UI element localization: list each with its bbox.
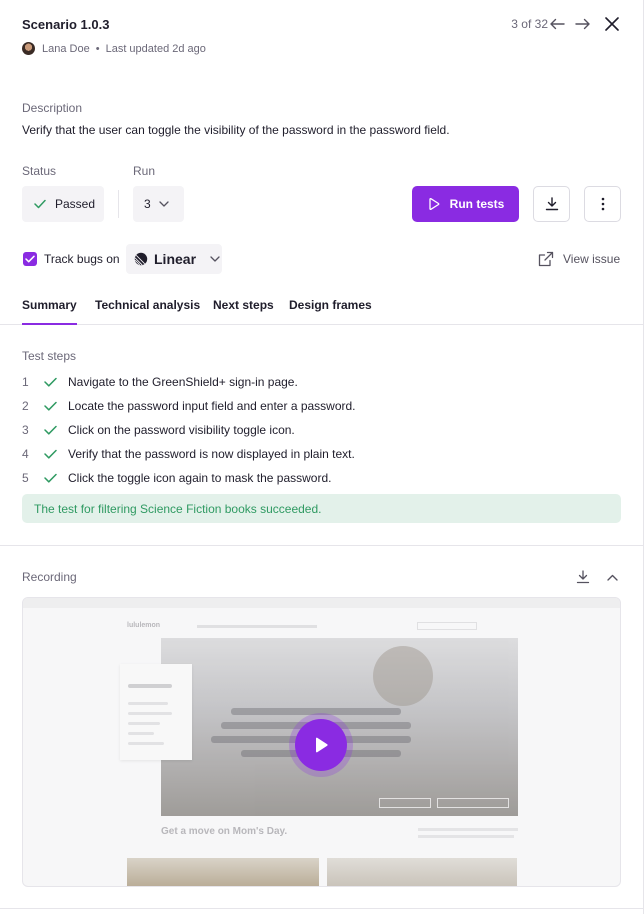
description-label: Description: [22, 101, 83, 115]
scenario-title: Scenario 1.0.3: [22, 17, 110, 32]
video-search-box: [417, 622, 477, 630]
check-icon: [34, 199, 46, 209]
video-brand: lululemon: [127, 622, 161, 629]
list-item: 2 Locate the password input field and en…: [22, 399, 356, 413]
check-icon: [44, 401, 68, 411]
status-label: Status: [22, 164, 57, 178]
next-arrow-icon[interactable]: [574, 16, 592, 32]
recording-video[interactable]: lululemon Get a move on Mom's Day.: [22, 597, 621, 887]
view-issue-link[interactable]: View issue: [538, 251, 620, 267]
step-text: Click the toggle icon again to mask the …: [68, 471, 332, 485]
tracker-select[interactable]: Linear: [126, 244, 222, 274]
check-icon: [44, 425, 68, 435]
status-run-divider: [118, 190, 119, 218]
play-icon: [315, 737, 328, 753]
list-item: 4 Verify that the password is now displa…: [22, 447, 355, 461]
result-banner: The test for filtering Science Fiction b…: [22, 494, 621, 523]
run-select[interactable]: 3: [133, 186, 184, 222]
last-updated: Last updated 2d ago: [105, 42, 206, 55]
section-divider: [0, 908, 643, 909]
pager-count: 3 of 32: [511, 17, 548, 31]
chevron-down-icon: [210, 256, 220, 262]
play-icon: [427, 197, 441, 211]
video-caption-line: [418, 828, 518, 831]
list-item: 5 Click the toggle icon again to mask th…: [22, 471, 331, 485]
linear-logo-icon: [134, 252, 148, 266]
tab-next-steps[interactable]: Next steps: [213, 298, 274, 312]
check-icon: [44, 377, 68, 387]
check-icon: [44, 473, 68, 483]
avatar: [22, 42, 35, 55]
step-number: 3: [22, 423, 29, 437]
track-bugs-checkbox[interactable]: [23, 252, 37, 266]
video-browser-bar: [23, 598, 620, 608]
run-tests-label: Run tests: [449, 197, 505, 211]
video-overlay-card: [120, 664, 192, 760]
list-item: 3 Click on the password visibility toggl…: [22, 423, 295, 437]
tab-summary[interactable]: Summary: [22, 298, 77, 312]
step-number: 4: [22, 447, 29, 461]
step-number: 1: [22, 375, 29, 389]
more-vertical-icon: [601, 197, 605, 211]
status-badge: Passed: [22, 186, 104, 222]
meta-separator: •: [95, 42, 100, 55]
step-text: Verify that the password is now displaye…: [68, 447, 355, 461]
scenario-meta: Lana Doe • Last updated 2d ago: [22, 42, 206, 55]
tab-design-frames[interactable]: Design frames: [289, 298, 372, 312]
step-text: Click on the password visibility toggle …: [68, 423, 295, 437]
step-text: Navigate to the GreenShield+ sign-in pag…: [68, 375, 298, 389]
run-tests-button[interactable]: Run tests: [412, 186, 519, 222]
external-link-icon: [538, 251, 554, 267]
play-button[interactable]: [295, 719, 347, 771]
prev-arrow-icon[interactable]: [548, 16, 566, 32]
list-item: 1 Navigate to the GreenShield+ sign-in p…: [22, 375, 298, 389]
run-value: 3: [144, 197, 151, 211]
video-heading: Get a move on Mom's Day.: [161, 826, 288, 837]
description-text: Verify that the user can toggle the visi…: [22, 123, 450, 137]
download-button[interactable]: [533, 186, 570, 222]
recording-label: Recording: [22, 570, 77, 584]
step-text: Locate the password input field and ente…: [68, 399, 356, 413]
close-icon[interactable]: [603, 15, 621, 33]
active-tab-indicator: [22, 323, 77, 325]
video-caption-line: [418, 835, 514, 838]
status-value: Passed: [55, 197, 96, 211]
run-label: Run: [133, 164, 156, 178]
chevron-down-icon: [159, 201, 169, 207]
check-icon: [44, 449, 68, 459]
section-divider: [0, 545, 643, 546]
chevron-up-icon[interactable]: [604, 569, 620, 585]
step-number: 5: [22, 471, 29, 485]
download-icon: [545, 197, 559, 211]
video-nav-links: [197, 625, 317, 628]
view-issue-label: View issue: [563, 252, 621, 266]
video-thumbnail: [127, 858, 319, 886]
video-thumbnail: [327, 858, 517, 886]
tab-bar: Summary Technical analysis Next steps De…: [0, 290, 643, 325]
step-number: 2: [22, 399, 29, 413]
more-options-button[interactable]: [584, 186, 621, 222]
test-steps-label: Test steps: [22, 349, 77, 363]
video-site-nav: lululemon: [127, 622, 517, 632]
track-bugs-label: Track bugs on: [44, 252, 120, 266]
tracker-name: Linear: [154, 251, 197, 267]
checkbox-check-icon: [25, 255, 35, 263]
download-recording-icon[interactable]: [574, 569, 592, 585]
tab-technical-analysis[interactable]: Technical analysis: [95, 298, 200, 312]
author-name: Lana Doe: [42, 42, 90, 55]
